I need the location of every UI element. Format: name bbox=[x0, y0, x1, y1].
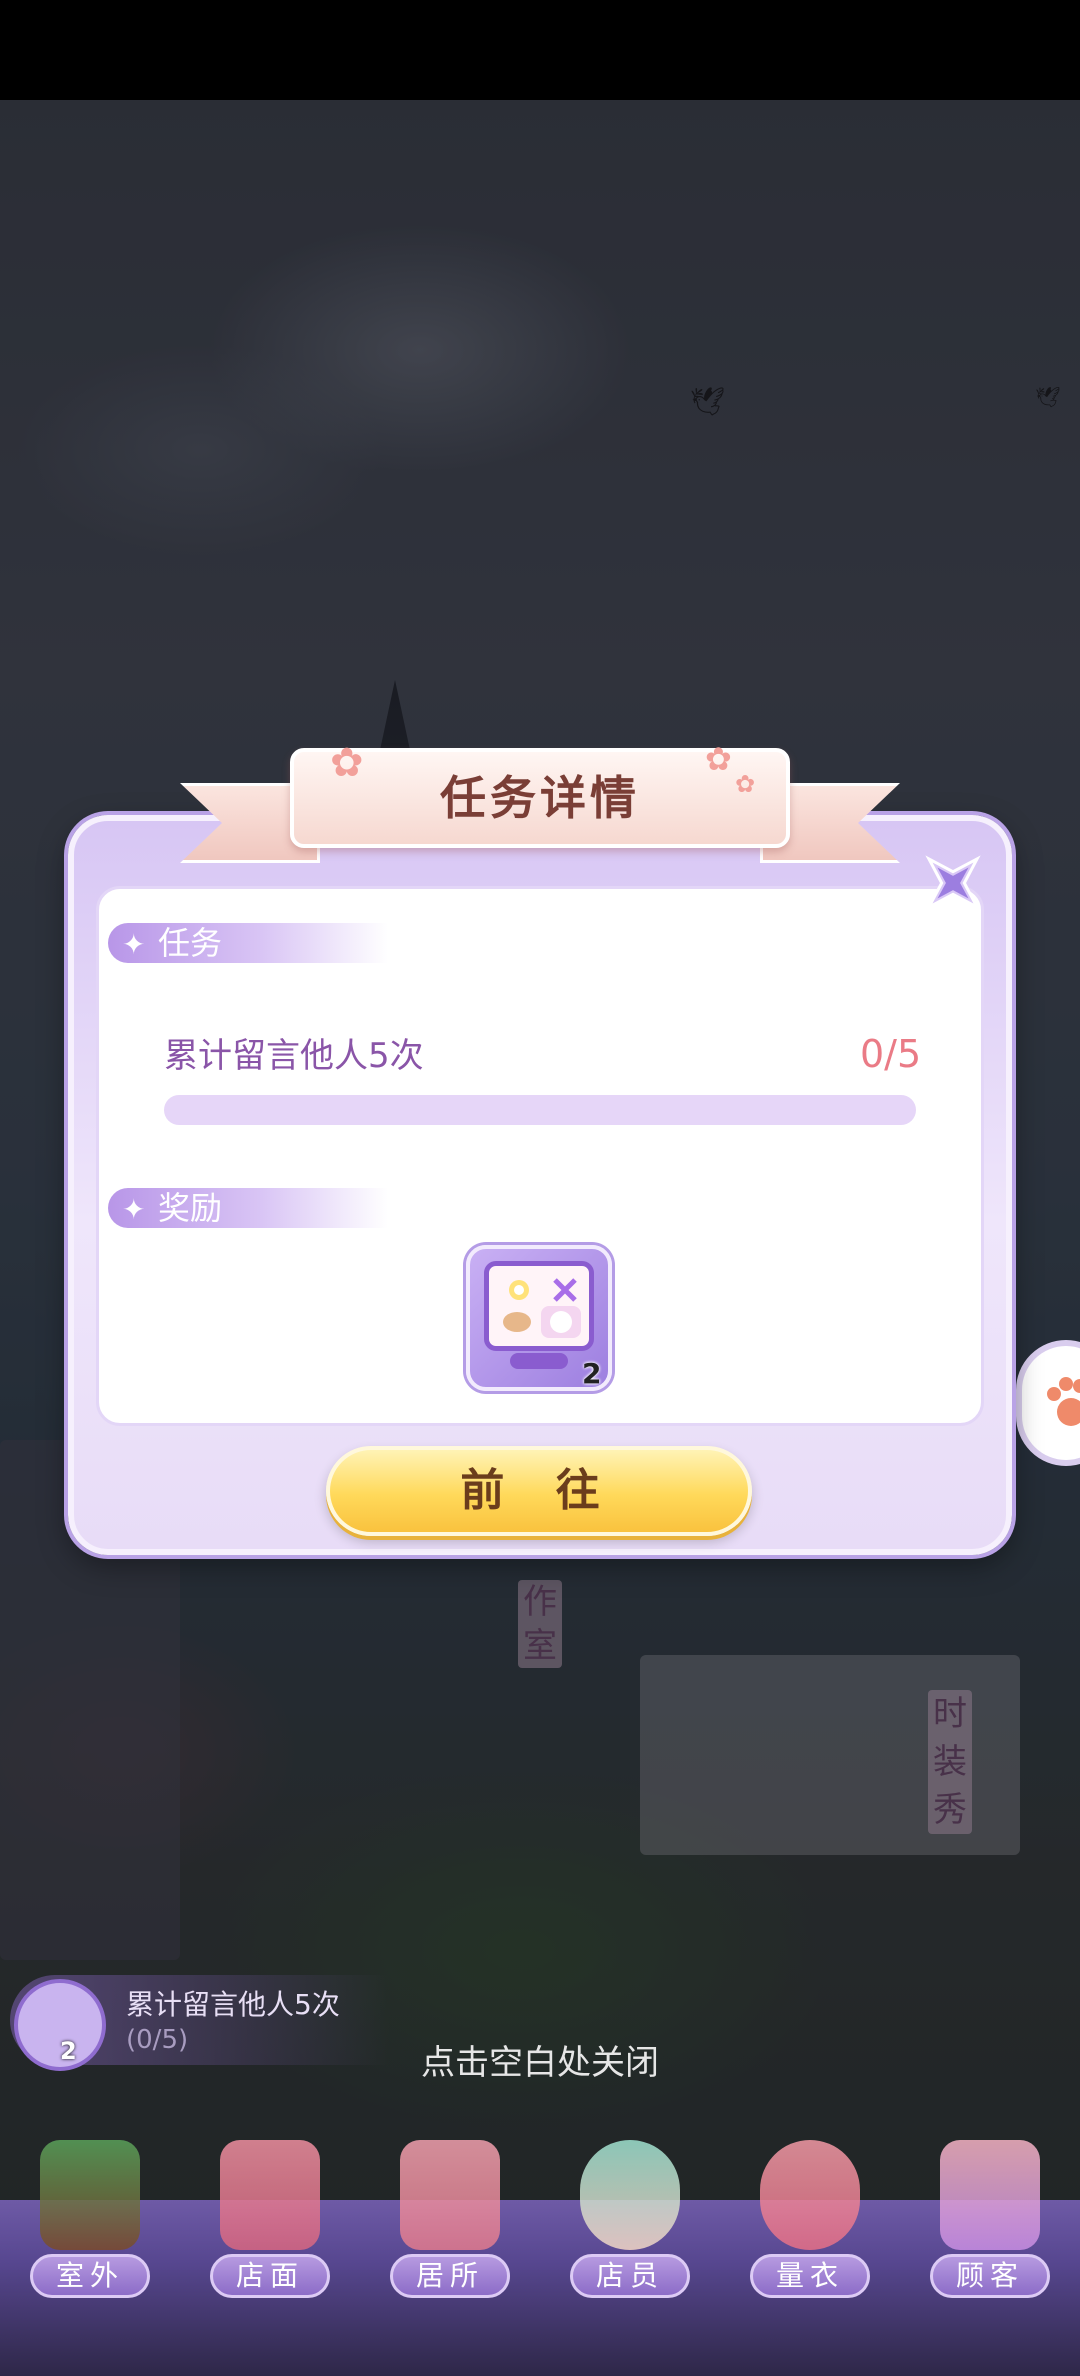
flower-icon: ✿ bbox=[330, 740, 364, 786]
nav-item-measure[interactable]: 量衣 bbox=[730, 2140, 890, 2360]
customer-icon bbox=[940, 2140, 1040, 2250]
nav-label: 顾客 bbox=[930, 2254, 1050, 2298]
nav-item-staff[interactable]: 店员 bbox=[550, 2140, 710, 2360]
flower-icon: ✿ bbox=[735, 770, 756, 798]
shop-icon bbox=[220, 2140, 320, 2250]
tracker-task-text: 累计留言他人5次 bbox=[126, 1988, 340, 2021]
monitor-reward-icon bbox=[484, 1261, 594, 1351]
bottom-nav: 室外 店面 居所 店员 量衣 顾客 bbox=[0, 2140, 1080, 2376]
sparkle-icon: ✦ bbox=[122, 928, 146, 961]
reward-count: 2 bbox=[582, 1357, 602, 1390]
nav-label: 店面 bbox=[210, 2254, 330, 2298]
paw-icon bbox=[1047, 1377, 1080, 1426]
nav-item-residence[interactable]: 居所 bbox=[370, 2140, 530, 2360]
reward-section-label: 奖励 bbox=[158, 1189, 223, 1227]
task-progress-bar bbox=[164, 1095, 916, 1125]
task-section-label: 任务 bbox=[158, 924, 223, 962]
task-progress-count: 0/5 bbox=[860, 1032, 922, 1076]
task-section-tag: ✦ 任务 bbox=[108, 923, 388, 963]
close-icon bbox=[925, 855, 981, 911]
nav-item-customer[interactable]: 顾客 bbox=[910, 2140, 1070, 2360]
status-bar bbox=[0, 0, 1080, 100]
task-description: 累计留言他人5次 bbox=[164, 1036, 424, 1076]
palm-tree-icon bbox=[40, 2140, 140, 2250]
nav-label: 量衣 bbox=[750, 2254, 870, 2298]
nav-label: 室外 bbox=[30, 2254, 150, 2298]
nav-item-outdoor[interactable]: 室外 bbox=[10, 2140, 170, 2360]
sparkle-icon: ✦ bbox=[122, 1193, 146, 1226]
close-button[interactable] bbox=[915, 845, 991, 921]
reward-item[interactable]: 2 bbox=[466, 1245, 612, 1391]
title-ribbon: 任务详情 ✿ ✿ ✿ bbox=[180, 740, 900, 868]
go-button[interactable]: 前 往 bbox=[326, 1446, 752, 1536]
nav-label: 居所 bbox=[390, 2254, 510, 2298]
reward-decor bbox=[503, 1278, 581, 1338]
nav-item-storefront[interactable]: 店面 bbox=[190, 2140, 350, 2360]
close-hint: 点击空白处关闭 bbox=[421, 2043, 659, 2083]
monitor-stand bbox=[510, 1353, 568, 1369]
staff-icon bbox=[580, 2140, 680, 2250]
nav-label: 店员 bbox=[570, 2254, 690, 2298]
flower-icon: ✿ bbox=[705, 740, 732, 778]
tape-measure-icon bbox=[760, 2140, 860, 2250]
house-icon bbox=[400, 2140, 500, 2250]
reward-section-tag: ✦ 奖励 bbox=[108, 1188, 388, 1228]
